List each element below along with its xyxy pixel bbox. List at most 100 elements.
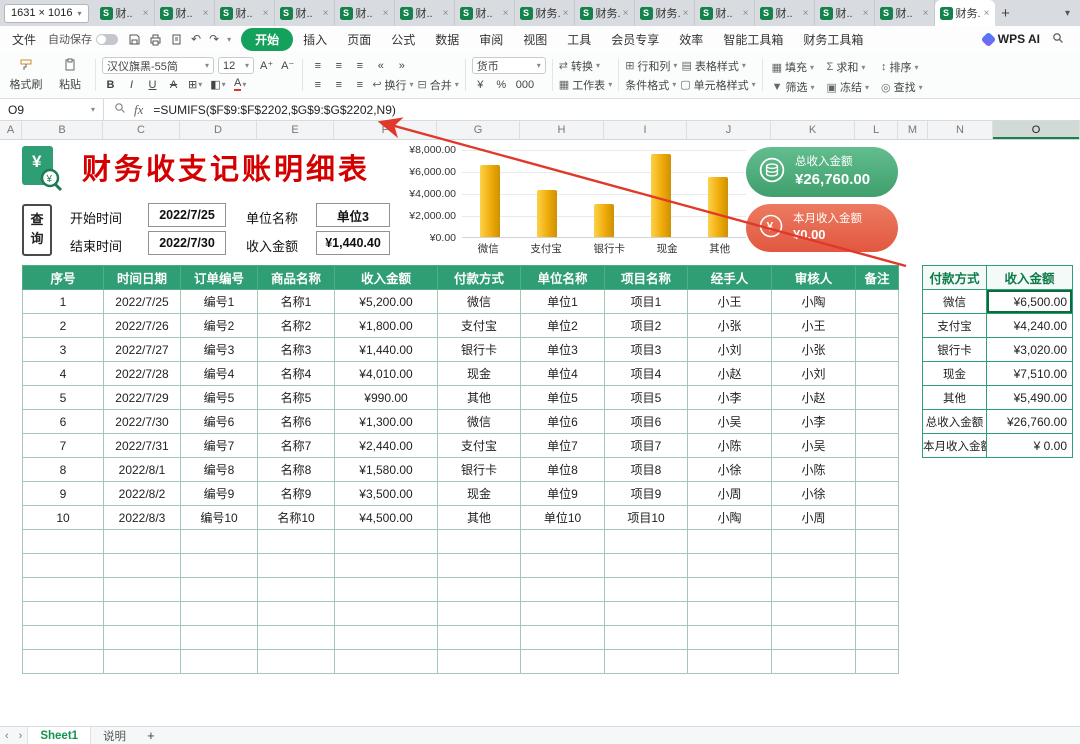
autosave-toggle[interactable] bbox=[96, 33, 119, 45]
ledger-cell[interactable]: 小吴 bbox=[687, 409, 772, 434]
autosave-control[interactable]: 自动保存 bbox=[48, 31, 124, 47]
ledger-cell[interactable]: 单位1 bbox=[520, 289, 605, 314]
formula-input[interactable]: =SUMIFS($F$9:$F$2202,$G$9:$G$2202,N9) bbox=[153, 103, 395, 117]
empty-cell[interactable] bbox=[103, 553, 181, 578]
document-tab[interactable]: S 财.. × bbox=[275, 0, 335, 26]
ledger-cell[interactable]: 小陶 bbox=[771, 289, 856, 314]
ledger-cell[interactable]: 项目3 bbox=[604, 337, 688, 362]
sheet-nav-next-icon[interactable]: › bbox=[14, 730, 28, 742]
empty-cell[interactable] bbox=[604, 625, 688, 650]
document-tab[interactable]: S 财.. × bbox=[215, 0, 275, 26]
column-header-E[interactable]: E bbox=[257, 121, 334, 139]
document-tab[interactable]: S 财.. × bbox=[95, 0, 155, 26]
close-icon[interactable]: × bbox=[863, 8, 869, 19]
ledger-cell[interactable]: 小张 bbox=[771, 337, 856, 362]
empty-cell[interactable] bbox=[334, 553, 438, 578]
fill-color-button[interactable]: ◧ ▾ bbox=[208, 76, 227, 93]
cell-style-button[interactable]: ▢ 单元格样式 ▾ bbox=[680, 76, 755, 93]
ledger-cell[interactable]: 小陈 bbox=[771, 457, 856, 482]
search-icon[interactable] bbox=[1052, 32, 1064, 47]
ledger-cell[interactable]: 2022/8/3 bbox=[103, 505, 181, 530]
ribbon-tab-开始[interactable]: 开始 bbox=[241, 27, 294, 51]
column-header-G[interactable]: G bbox=[437, 121, 520, 139]
ledger-cell[interactable]: ¥2,440.00 bbox=[334, 433, 438, 458]
ledger-cell[interactable]: 2022/7/29 bbox=[103, 385, 181, 410]
empty-cell[interactable] bbox=[520, 601, 605, 626]
ledger-cell[interactable]: ¥1,300.00 bbox=[334, 409, 438, 434]
close-icon[interactable]: × bbox=[323, 8, 329, 19]
close-icon[interactable]: × bbox=[563, 8, 569, 19]
empty-cell[interactable] bbox=[855, 577, 899, 602]
document-tab[interactable]: S 财.. × bbox=[695, 0, 755, 26]
ledger-cell[interactable]: 3 bbox=[22, 337, 104, 362]
empty-cell[interactable] bbox=[520, 553, 605, 578]
column-header-N[interactable]: N bbox=[928, 121, 993, 139]
document-tab[interactable]: S财务..× bbox=[635, 0, 695, 26]
ledger-header-cell[interactable]: 订单编号 bbox=[180, 265, 258, 290]
ledger-cell[interactable]: 现金 bbox=[437, 361, 521, 386]
undo-icon[interactable]: ↶ bbox=[191, 32, 201, 46]
comma-format-icon[interactable]: 000 bbox=[514, 76, 536, 93]
ledger-cell[interactable]: ¥1,800.00 bbox=[334, 313, 438, 338]
ribbon-tab-工具[interactable]: 工具 bbox=[557, 28, 601, 51]
ribbon-tab-审阅[interactable]: 审阅 bbox=[469, 28, 513, 51]
align-left-icon[interactable]: ≡ bbox=[309, 76, 326, 93]
ledger-cell[interactable]: 名称8 bbox=[257, 457, 335, 482]
increase-font-icon[interactable]: A⁺ bbox=[258, 57, 275, 74]
ledger-cell[interactable]: 2022/8/2 bbox=[103, 481, 181, 506]
ledger-cell[interactable]: 支付宝 bbox=[437, 433, 521, 458]
summary-header-cell[interactable]: 付款方式 bbox=[922, 265, 987, 290]
ledger-cell[interactable] bbox=[855, 289, 899, 314]
ledger-cell[interactable]: 现金 bbox=[437, 481, 521, 506]
close-icon[interactable]: × bbox=[203, 8, 209, 19]
column-header-I[interactable]: I bbox=[604, 121, 687, 139]
empty-cell[interactable] bbox=[437, 577, 521, 602]
empty-cell[interactable] bbox=[180, 553, 258, 578]
ledger-cell[interactable]: 小吴 bbox=[771, 433, 856, 458]
empty-cell[interactable] bbox=[520, 649, 605, 674]
ledger-cell[interactable]: 2 bbox=[22, 313, 104, 338]
ledger-cell[interactable]: 小赵 bbox=[771, 385, 856, 410]
number-format-select[interactable]: 货币 ▾ bbox=[471, 57, 546, 74]
empty-cell[interactable] bbox=[103, 601, 181, 626]
sheet-tab-说明[interactable]: 说明 bbox=[91, 727, 138, 744]
empty-cell[interactable] bbox=[855, 529, 899, 554]
selected-cell-O9[interactable]: ¥6,500.00 bbox=[986, 289, 1073, 314]
empty-cell[interactable] bbox=[855, 625, 899, 650]
italic-button[interactable]: I bbox=[123, 76, 140, 93]
ledger-cell[interactable]: 编号2 bbox=[180, 313, 258, 338]
ledger-cell[interactable]: 名称9 bbox=[257, 481, 335, 506]
sheet-tab-Sheet1[interactable]: Sheet1 bbox=[27, 727, 92, 744]
ledger-cell[interactable]: 其他 bbox=[437, 505, 521, 530]
ledger-header-cell[interactable]: 单位名称 bbox=[520, 265, 605, 290]
font-size-select[interactable]: 12 ▾ bbox=[218, 57, 254, 74]
ledger-cell[interactable]: 编号6 bbox=[180, 409, 258, 434]
ledger-cell[interactable]: 2022/7/30 bbox=[103, 409, 181, 434]
empty-cell[interactable] bbox=[257, 649, 335, 674]
ledger-cell[interactable]: 小周 bbox=[687, 481, 772, 506]
decrease-font-icon[interactable]: A⁻ bbox=[279, 57, 296, 74]
format-painter-button[interactable]: 格式刷 bbox=[7, 58, 45, 92]
summary-cell[interactable]: ¥ 0.00 bbox=[986, 433, 1073, 458]
ledger-cell[interactable]: 1 bbox=[22, 289, 104, 314]
align-bottom-icon[interactable]: ≡ bbox=[351, 57, 368, 74]
start-time-value[interactable]: 2022/7/25 bbox=[148, 203, 226, 227]
ledger-cell[interactable]: 微信 bbox=[437, 409, 521, 434]
ledger-cell[interactable]: ¥990.00 bbox=[334, 385, 438, 410]
empty-cell[interactable] bbox=[437, 649, 521, 674]
ledger-cell[interactable]: 编号9 bbox=[180, 481, 258, 506]
empty-cell[interactable] bbox=[103, 577, 181, 602]
column-header-J[interactable]: J bbox=[687, 121, 771, 139]
ledger-cell[interactable]: 单位5 bbox=[520, 385, 605, 410]
ledger-cell[interactable]: 小张 bbox=[687, 313, 772, 338]
empty-cell[interactable] bbox=[334, 529, 438, 554]
empty-cell[interactable] bbox=[180, 649, 258, 674]
ledger-cell[interactable] bbox=[855, 313, 899, 338]
close-icon[interactable]: × bbox=[623, 8, 629, 19]
save-icon[interactable] bbox=[128, 33, 141, 46]
ledger-cell[interactable]: 8 bbox=[22, 457, 104, 482]
empty-cell[interactable] bbox=[771, 529, 856, 554]
ledger-cell[interactable]: ¥4,010.00 bbox=[334, 361, 438, 386]
ledger-cell[interactable]: 编号10 bbox=[180, 505, 258, 530]
ledger-cell[interactable]: 银行卡 bbox=[437, 457, 521, 482]
